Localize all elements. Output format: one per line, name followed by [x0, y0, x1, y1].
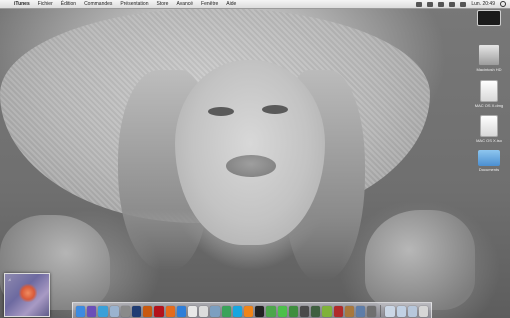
dock-separator: [380, 305, 382, 317]
bluetooth-status-icon[interactable]: [427, 1, 434, 7]
desktop-wallpaper: [0, 0, 510, 318]
volume-status-icon[interactable]: [449, 1, 456, 7]
wallpaper-lips: [226, 155, 276, 177]
disk-image-icon: [480, 115, 498, 137]
desktop-icon-dmg[interactable]: MAC OS X.dmg: [472, 80, 506, 108]
dock-preview-icon[interactable]: [210, 306, 220, 317]
battery-status-icon[interactable]: [460, 1, 467, 7]
dock-chrome-icon[interactable]: [221, 306, 231, 317]
folder-icon: [478, 150, 500, 166]
dock-photo-booth-icon[interactable]: [333, 306, 343, 317]
time-machine-status-icon[interactable]: [416, 1, 423, 7]
menu-fichier[interactable]: Fichier: [34, 1, 57, 7]
dock-downloads-stack-icon[interactable]: [407, 306, 417, 317]
menu-app-name[interactable]: iTunes: [10, 1, 34, 7]
menu-edition[interactable]: Édition: [57, 1, 80, 7]
desktop-icon-label: Documents: [478, 167, 500, 172]
disk-image-icon: [480, 80, 498, 102]
dock-system-preferences-icon[interactable]: [120, 306, 130, 317]
dock-textedit-icon[interactable]: [199, 306, 209, 317]
dock-illustrator-icon[interactable]: [143, 306, 153, 317]
wallpaper-eye-left: [208, 107, 234, 116]
dock-dashboard-icon[interactable]: [299, 306, 310, 317]
dock: [72, 302, 432, 318]
wallpaper-face: [175, 60, 325, 245]
dock-firefox-icon[interactable]: [165, 306, 175, 317]
dock-facetime-icon[interactable]: [288, 306, 298, 317]
dock-messages-icon[interactable]: [277, 306, 287, 317]
desktop-icon-label: MAC OS X.iso: [476, 138, 502, 143]
dock-utorrent-icon[interactable]: [322, 306, 332, 317]
dock-app-store-icon[interactable]: [176, 306, 186, 317]
desktop-icon-monitor[interactable]: [472, 10, 506, 27]
menu-avance[interactable]: Avancé: [172, 1, 197, 7]
menu-store[interactable]: Store: [153, 1, 173, 7]
menu-fenetre[interactable]: Fenêtre: [197, 1, 222, 7]
spotlight-search-icon[interactable]: [500, 1, 506, 7]
dock-safari-icon[interactable]: [98, 306, 108, 317]
dock-acrobat-icon[interactable]: [154, 306, 164, 317]
dock-photoshop-icon[interactable]: [131, 306, 142, 317]
wifi-status-icon[interactable]: [438, 1, 445, 7]
wallpaper-hand-right: [365, 210, 475, 310]
dock-app-26-icon[interactable]: [355, 306, 366, 317]
desktop-icon-label: Macintosh HD: [476, 67, 502, 72]
dock-calendar-icon[interactable]: [187, 306, 198, 317]
album-logo: ♫: [8, 277, 11, 282]
hard-drive-icon: [478, 44, 500, 66]
menu-aide[interactable]: Aide: [222, 1, 240, 7]
dock-coffee-icon[interactable]: [344, 306, 354, 317]
desktop-icon-macintosh-hd[interactable]: Macintosh HD: [472, 44, 506, 72]
menu-clock[interactable]: Lun. 20:49: [471, 1, 495, 7]
menu-extras: Lun. 20:49: [416, 1, 510, 7]
dock-terminal-icon[interactable]: [255, 306, 265, 317]
wallpaper-eye-right: [262, 105, 288, 114]
dock-skype-icon[interactable]: [232, 306, 242, 317]
desktop-icon-label: MAC OS X.dmg: [474, 103, 504, 108]
dock-time-machine-icon[interactable]: [311, 306, 321, 317]
dock-activity-monitor-icon[interactable]: [266, 306, 276, 317]
menu-bar: iTunes Fichier Édition Commandes Présent…: [0, 0, 510, 9]
dock-app-27-icon[interactable]: [367, 306, 377, 317]
dock-documents-stack-icon[interactable]: [396, 306, 406, 317]
desktop-icon-documents[interactable]: Documents: [472, 150, 506, 172]
dock-finder-icon[interactable]: [75, 306, 86, 317]
dock-mail-icon[interactable]: [109, 306, 119, 317]
menu-presentation[interactable]: Présentation: [116, 1, 152, 7]
dock-itunes-icon[interactable]: [87, 306, 97, 317]
dock-trash-icon[interactable]: [418, 306, 429, 317]
dock-applications-stack-icon[interactable]: [385, 306, 395, 317]
album-art-widget[interactable]: ♫: [4, 273, 50, 317]
monitor-icon: [477, 10, 501, 26]
dock-vlc-icon[interactable]: [243, 306, 254, 317]
menu-commandes[interactable]: Commandes: [80, 1, 116, 7]
album-cover-art: [19, 284, 37, 302]
desktop-icon-iso[interactable]: MAC OS X.iso: [472, 115, 506, 143]
